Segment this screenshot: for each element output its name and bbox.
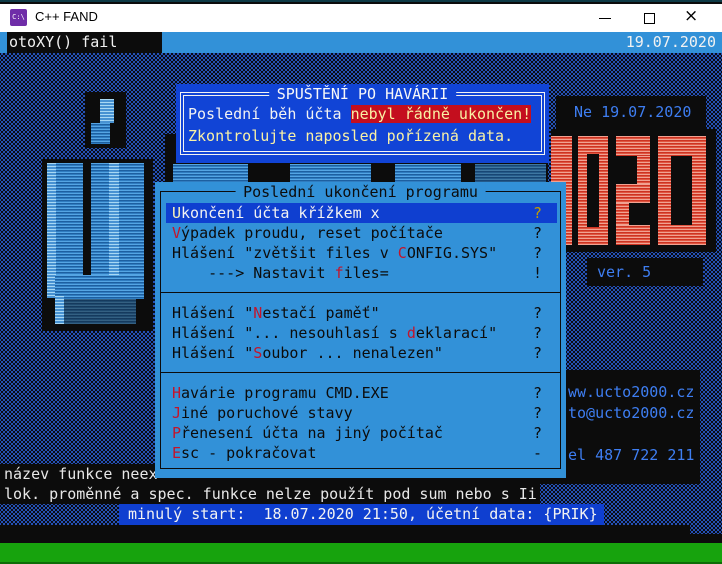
- menu-item-mark: ?: [533, 323, 542, 343]
- top-status-bar: otoXY() fail 19.07.2020: [0, 32, 722, 53]
- status-date: 19.07.2020: [626, 32, 716, 52]
- menu-item-mark: ?: [533, 423, 542, 443]
- bg-contact-line: ww.ucto2000.cz: [568, 382, 694, 402]
- year-art-digit-2-top: [616, 136, 650, 156]
- menu-separator: [160, 292, 561, 293]
- minimize-icon: [599, 18, 611, 19]
- crash-line1-prefix: Poslední běh účta: [188, 105, 351, 123]
- menu-item-mark: ?: [533, 383, 542, 403]
- bg-contact-line: to@ucto2000.cz: [568, 403, 694, 423]
- bg-version-label: ver. 5: [597, 262, 651, 282]
- logo-art-accent-2: [91, 123, 110, 144]
- close-icon: ×: [684, 6, 698, 26]
- menu-item-mark: !: [533, 263, 542, 283]
- crash-dialog-line1: Poslední běh účta nebyl řádně ukončen!: [188, 104, 531, 124]
- banner-art-seg-4: [475, 164, 546, 184]
- window-titlebar: C:\ C++ FAND ×: [0, 4, 722, 32]
- year-art-digit-0-hole: [587, 154, 599, 227]
- bg-contact-line: el 487 722 211: [568, 445, 694, 465]
- crash-dialog: SPUŠTĚNÍ PO HAVÁRII Poslední běh účta ne…: [176, 84, 549, 163]
- last-start-bar: minulý start: 18.07.2020 21:50, účetní d…: [119, 504, 604, 525]
- crash-dialog-title: SPUŠTĚNÍ PO HAVÁRII: [269, 84, 457, 104]
- logo-art-right-highlight: [109, 163, 119, 281]
- menu-item[interactable]: ---> Nastavit files=!: [166, 263, 557, 283]
- year-art-digit-0b-hole: [671, 156, 692, 225]
- menu-item-mark: ?: [533, 223, 542, 243]
- banner-art-seg-2: [290, 164, 371, 184]
- window-title: C++ FAND: [35, 9, 98, 24]
- close-button[interactable]: ×: [673, 4, 717, 32]
- year-art-digit-2-right: [637, 156, 650, 184]
- green-status-bar: [0, 543, 722, 564]
- menu-item[interactable]: Hlášení "Soubor ... nenalezen"?: [166, 343, 557, 363]
- menu-separator: [160, 372, 561, 373]
- menu-item[interactable]: Esc - pokračovat-: [166, 443, 557, 463]
- console-screen: otoXY() fail 19.07.2020 Ne 19.07.2020: [0, 32, 722, 534]
- logo-art-accent-1: [100, 99, 114, 123]
- bottom-black-row: [0, 525, 690, 543]
- minimize-button[interactable]: [583, 4, 627, 32]
- maximize-icon: [644, 13, 655, 24]
- maximize-button[interactable]: [627, 4, 671, 32]
- error-line-2: lok. proměnné a spec. funkce nelze použí…: [4, 484, 537, 504]
- menu-item[interactable]: Výpadek proudu, reset počítače?: [166, 223, 557, 243]
- menu-item-mark: -: [533, 443, 542, 463]
- menu-item[interactable]: Ukončení účta křížkem x?: [166, 203, 557, 223]
- banner-art-seg-3: [395, 164, 461, 184]
- menu-item-mark: ?: [533, 203, 542, 223]
- crash-line1-highlight: nebyl řádně ukončen!: [351, 105, 532, 123]
- menu-item[interactable]: Hlášení "Nestačí paměť"?: [166, 303, 557, 323]
- crash-dialog-line2: Zkontrolujte naposled pořízená data.: [188, 126, 513, 146]
- menu-title: Poslední ukončení programu: [235, 182, 486, 202]
- menu-item[interactable]: Přenesení účta na jiný počítač?: [166, 423, 557, 443]
- status-left-label: otoXY() fail: [7, 32, 162, 53]
- year-art-digit-2-left: [616, 203, 629, 225]
- year-art-digit-2-mid: [616, 184, 650, 203]
- logo-art-foot-band: [55, 299, 136, 324]
- app-window: C:\ C++ FAND × otoXY() fail 19.07.2020: [0, 0, 722, 532]
- menu-item[interactable]: Jiné poruchové stavy?: [166, 403, 557, 423]
- menu-item[interactable]: Hlášení "zvětšit files v CONFIG.SYS"?: [166, 243, 557, 263]
- menu-item[interactable]: Havárie programu CMD.EXE?: [166, 383, 557, 403]
- menu-item-mark: ?: [533, 343, 542, 363]
- menu-item[interactable]: Hlášení "... nesouhlasí s deklarací"?: [166, 323, 557, 343]
- logo-art-bottom-bar: [55, 275, 144, 299]
- error-line-1: název funkce neex: [4, 464, 158, 484]
- menu-item-mark: ?: [533, 403, 542, 423]
- menu-item-mark: ?: [533, 303, 542, 323]
- logo-art-foot: [55, 296, 64, 324]
- console-prompt-icon[interactable]: C:\: [10, 9, 27, 26]
- menu-item-mark: ?: [533, 243, 542, 263]
- last-exit-menu: Poslední ukončení programu Ukončení účta…: [155, 182, 566, 478]
- bg-date-label: Ne 19.07.2020: [574, 102, 691, 122]
- last-start-text: minulý start: 18.07.2020 21:50, účetní d…: [128, 504, 598, 524]
- year-art-digit-2-bottom: [616, 225, 650, 245]
